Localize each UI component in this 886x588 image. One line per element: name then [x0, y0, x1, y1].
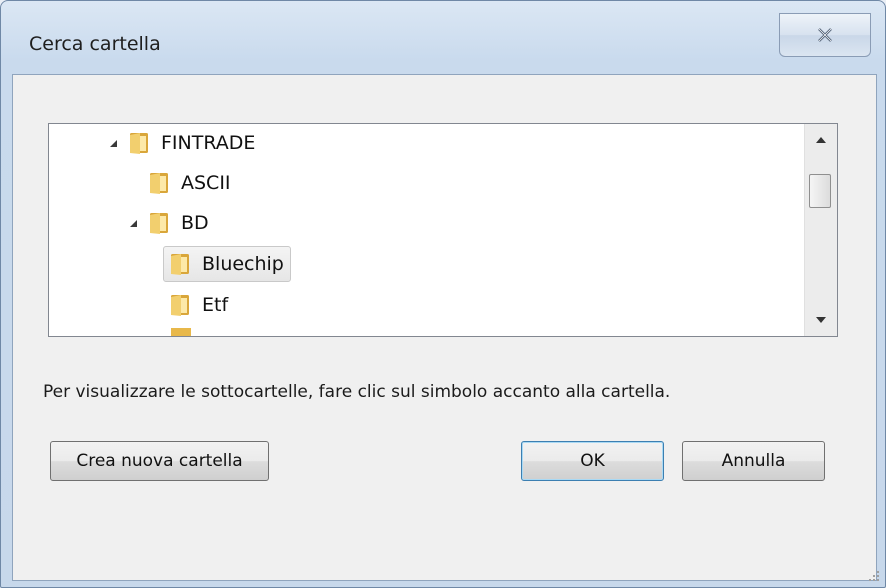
tree-item-label: BD	[181, 212, 209, 234]
tree-item-fintrade[interactable]: FINTRADE	[107, 124, 255, 162]
folder-icon	[147, 170, 173, 196]
ok-button[interactable]: OK	[521, 441, 664, 481]
tree-item-ascii[interactable]: ASCII	[147, 164, 231, 202]
close-button[interactable]	[779, 13, 871, 57]
dialog-title: Cerca cartella	[29, 33, 161, 55]
folder-icon	[168, 292, 194, 318]
collapse-arrow-icon[interactable]	[107, 137, 119, 149]
collapse-arrow-icon[interactable]	[127, 217, 139, 229]
arrow-up-icon	[816, 137, 826, 143]
scroll-thumb[interactable]	[809, 174, 831, 208]
title-bar[interactable]: Cerca cartella	[1, 1, 885, 73]
folder-icon	[168, 251, 194, 277]
folder-tree[interactable]: FINTRADE ASCII BD Bluechip Etf	[48, 123, 838, 337]
instruction-text: Per visualizzare le sottocartelle, fare …	[43, 382, 671, 402]
tree-item-label: FINTRADE	[161, 132, 256, 154]
resize-grip-icon[interactable]	[867, 569, 881, 583]
folder-icon	[147, 210, 173, 236]
folder-icon	[127, 130, 153, 156]
tree-item-label: Bluechip	[202, 253, 284, 275]
scroll-down-button[interactable]	[805, 304, 837, 336]
vertical-scrollbar[interactable]	[804, 124, 837, 336]
tree-item-label: ASCII	[181, 172, 231, 194]
cancel-button[interactable]: Annulla	[682, 441, 825, 481]
partial-folder-icon	[171, 328, 191, 336]
tree-item-bd[interactable]: BD	[127, 204, 209, 242]
tree-item-bluechip[interactable]: Bluechip	[163, 246, 291, 282]
scroll-up-button[interactable]	[805, 124, 837, 156]
arrow-down-icon	[816, 317, 826, 323]
browse-folder-dialog: Cerca cartella FINTRADE ASCII BD Bluechi…	[0, 0, 886, 588]
tree-item-etf[interactable]: Etf	[168, 286, 228, 324]
new-folder-button[interactable]: Crea nuova cartella	[50, 441, 269, 481]
close-icon	[818, 28, 832, 42]
tree-item-label: Etf	[202, 294, 229, 316]
